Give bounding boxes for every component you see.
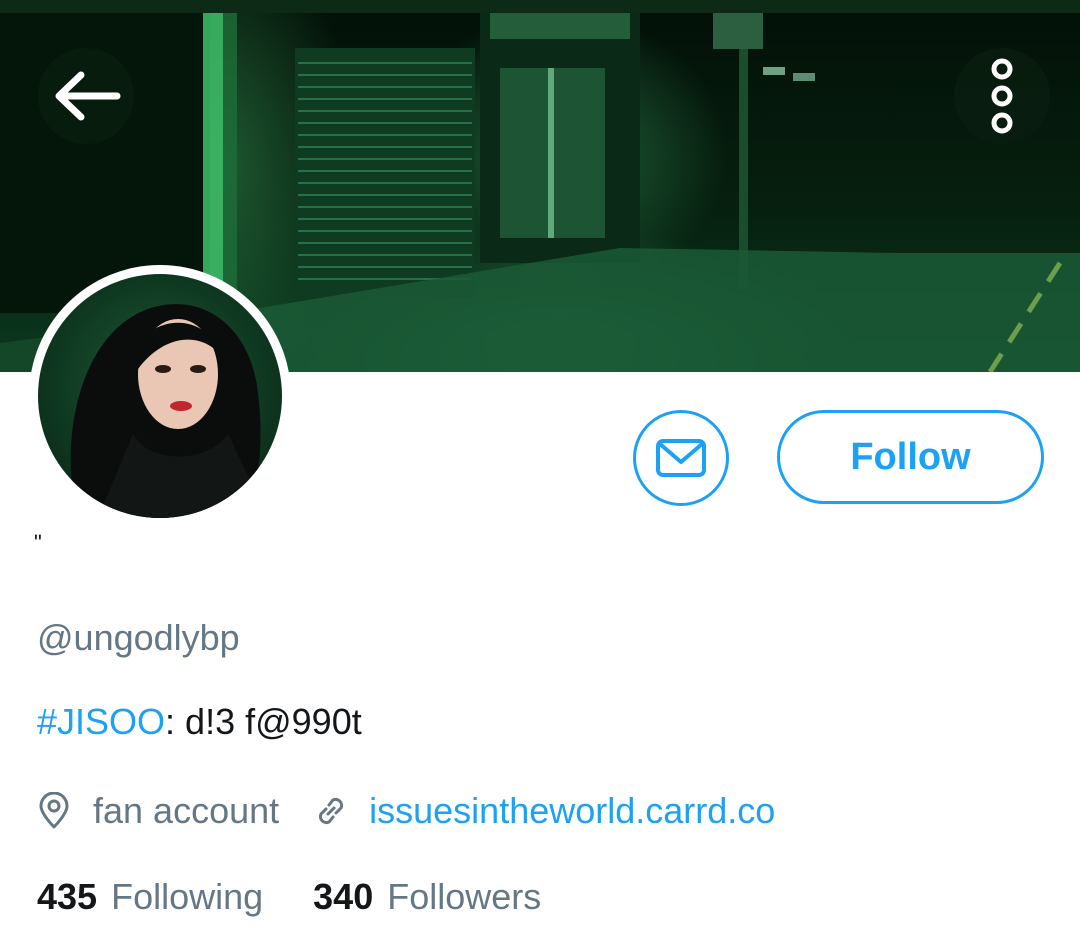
more-options-button[interactable]	[954, 48, 1050, 144]
profile-meta: fan account issuesintheworld.carrd.co	[37, 787, 775, 835]
following-label: Following	[111, 876, 264, 917]
avatar[interactable]	[29, 265, 291, 527]
location-text: fan account	[93, 790, 280, 831]
message-button[interactable]	[633, 410, 729, 506]
bio-hashtag-link[interactable]: #JISOO	[37, 701, 165, 742]
more-vertical-icon	[991, 58, 1013, 134]
following-count: 435	[37, 876, 98, 917]
display-name: ʺ	[34, 530, 42, 555]
followers-stat[interactable]: 340 Followers	[313, 875, 541, 919]
website-link[interactable]: issuesintheworld.carrd.co	[369, 790, 775, 832]
envelope-icon	[656, 439, 706, 477]
follow-stats: 435 Following 340 Followers	[37, 875, 541, 919]
follow-button-label: Follow	[850, 435, 971, 478]
following-stat[interactable]: 435 Following	[37, 875, 263, 919]
followers-label: Followers	[387, 876, 542, 917]
location-pin-icon	[37, 792, 71, 830]
follow-button[interactable]: Follow	[777, 410, 1044, 504]
bio: #JISOO: d!3 f@990t	[37, 700, 362, 744]
followers-count: 340	[313, 876, 374, 917]
link-icon	[313, 793, 349, 829]
avatar-photo	[38, 274, 282, 518]
arrow-left-icon	[55, 71, 121, 121]
status-strip	[0, 0, 1080, 13]
user-handle: @ungodlybp	[37, 617, 240, 658]
back-button[interactable]	[38, 48, 134, 144]
bio-text: : d!3 f@990t	[165, 701, 362, 742]
